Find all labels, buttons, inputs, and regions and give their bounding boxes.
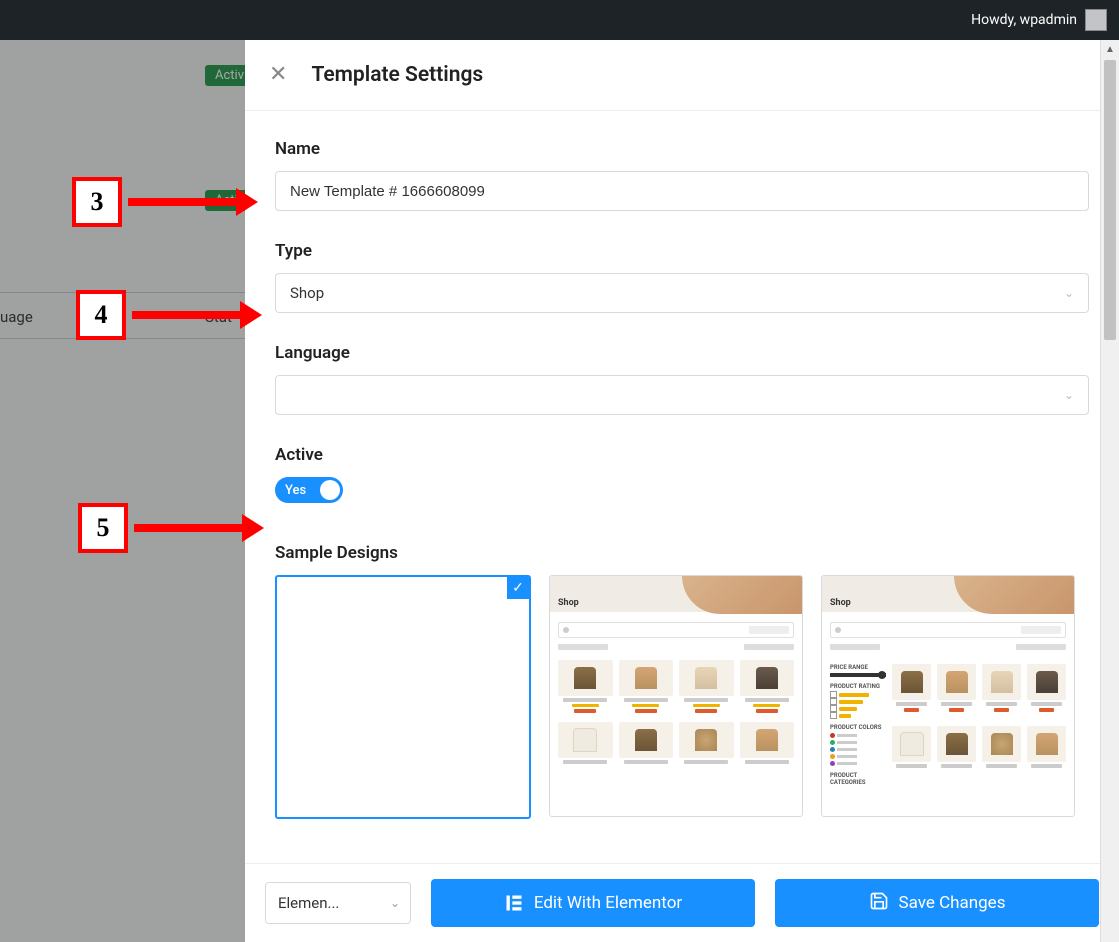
type-select[interactable]: Shop ⌄ (275, 273, 1089, 313)
field-name: Name (275, 139, 1089, 211)
annotation-number: 3 (72, 177, 122, 227)
annotation-number: 4 (76, 290, 126, 340)
drawer-header: ✕ Template Settings (245, 40, 1119, 111)
chevron-down-icon: ⌄ (390, 896, 400, 910)
settings-drawer: ✕ Template Settings Name Type Shop ⌄ Lan… (245, 40, 1119, 942)
admin-greeting[interactable]: Howdy, wpadmin (971, 12, 1077, 28)
toggle-label: Yes (285, 483, 306, 498)
close-icon[interactable]: ✕ (269, 64, 287, 86)
sample-card-blank[interactable]: ✓ (275, 575, 531, 819)
drawer-footer: Elemen... ⌄ Edit With Elementor Save Cha… (245, 863, 1119, 942)
name-label: Name (275, 139, 1089, 159)
save-button-label: Save Changes (899, 893, 1006, 913)
scrollbar-thumb[interactable] (1104, 60, 1116, 340)
field-type: Type Shop ⌄ (275, 241, 1089, 313)
active-toggle[interactable]: Yes (275, 477, 343, 503)
chevron-down-icon: ⌄ (1064, 388, 1074, 402)
admin-bar: Howdy, wpadmin (0, 0, 1119, 40)
field-sample-designs: Sample Designs ✓ Shop (275, 543, 1089, 819)
active-label: Active (275, 445, 1089, 465)
chevron-down-icon: ⌄ (1064, 286, 1074, 300)
name-input[interactable] (275, 171, 1089, 211)
editor-value: Elemen... (278, 894, 339, 912)
avatar[interactable] (1085, 9, 1107, 31)
save-changes-button[interactable]: Save Changes (775, 879, 1099, 927)
check-icon: ✓ (507, 577, 529, 599)
type-label: Type (275, 241, 1089, 261)
toggle-knob (320, 480, 340, 500)
sample-designs-row: ✓ Shop (275, 575, 1089, 819)
annotation-4: 4 (76, 290, 262, 340)
field-language: Language ⌄ (275, 343, 1089, 415)
language-label: Language (275, 343, 1089, 363)
thumb-shop-label: Shop (830, 598, 851, 608)
edit-with-elementor-button[interactable]: Edit With Elementor (431, 879, 755, 927)
edit-button-label: Edit With Elementor (534, 893, 682, 913)
thumb-shop-label: Shop (558, 598, 579, 608)
scroll-up-icon[interactable]: ▲ (1101, 40, 1119, 58)
annotation-3: 3 (72, 177, 258, 227)
sample-card-shop-grid[interactable]: Shop (549, 575, 803, 817)
drawer-body: Name Type Shop ⌄ Language ⌄ Active Yes (245, 111, 1119, 863)
arrow-icon (132, 307, 262, 323)
annotation-5: 5 (78, 503, 264, 553)
editor-select[interactable]: Elemen... ⌄ (265, 882, 411, 924)
scrollbar[interactable]: ▲ (1100, 40, 1119, 942)
type-value: Shop (290, 284, 324, 302)
annotation-number: 5 (78, 503, 128, 553)
field-active: Active Yes (275, 445, 1089, 503)
language-select[interactable]: ⌄ (275, 375, 1089, 415)
drawer-title: Template Settings (311, 63, 483, 87)
elementor-icon (504, 893, 524, 913)
sample-label: Sample Designs (275, 543, 1089, 563)
save-icon (869, 891, 889, 916)
arrow-icon (128, 194, 258, 210)
arrow-icon (134, 520, 264, 536)
sample-card-shop-sidebar[interactable]: Shop PRICE RANGE PRODUCT RATING (821, 575, 1075, 817)
